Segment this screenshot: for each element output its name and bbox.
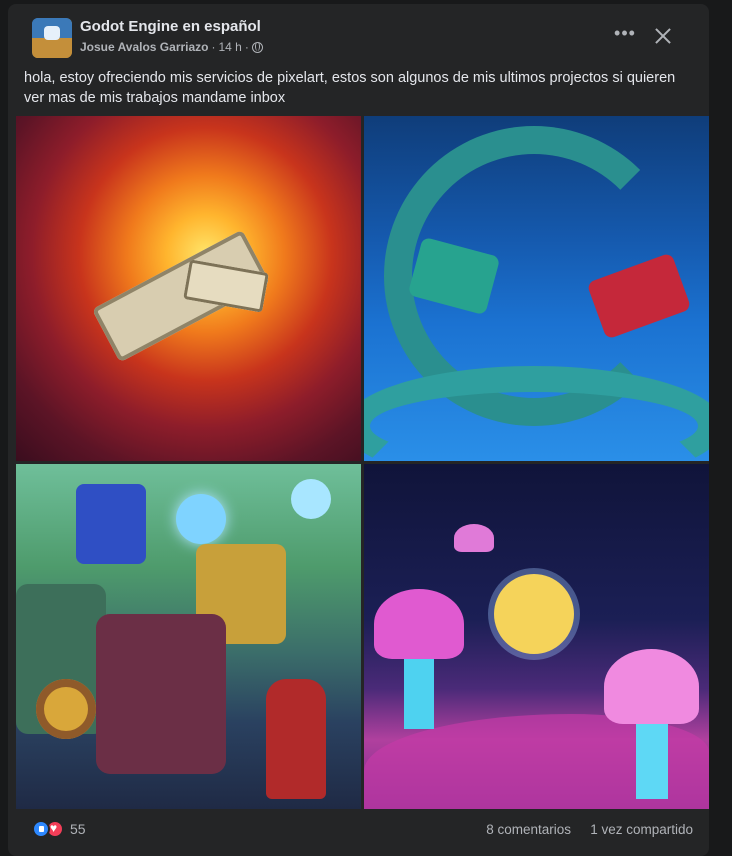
- comments-count-link[interactable]: 8 comentarios: [486, 822, 571, 837]
- image-gallery: [16, 116, 709, 809]
- red-pilot-shape: [266, 679, 326, 799]
- robots-mechs-artwork[interactable]: [16, 464, 361, 809]
- shield-shape: [36, 679, 96, 739]
- right-mushroom-cap-shape: [604, 649, 699, 724]
- close-icon[interactable]: [651, 24, 675, 48]
- left-mushroom-cap-shape: [374, 589, 464, 659]
- energy-orb-small-shape: [291, 479, 331, 519]
- post-footer: 55 8 comentarios 1 vez compartido: [24, 814, 693, 846]
- group-avatar[interactable]: [32, 18, 72, 58]
- post-time-link[interactable]: 14 h: [219, 40, 242, 54]
- post-meta: Josue Avalos Garriazo · 14 h ·: [80, 40, 263, 54]
- like-icon: [32, 820, 50, 838]
- small-mushroom-shape: [454, 524, 494, 552]
- red-mech-shape: [96, 614, 226, 774]
- fire-skeleton-dragon-artwork[interactable]: [16, 116, 361, 461]
- post-text: hola, estoy ofreciendo mis servicios de …: [24, 70, 676, 106]
- energy-orb-shape: [176, 494, 226, 544]
- avatar-bottom: [32, 38, 72, 58]
- sea-serpents-artwork[interactable]: [364, 116, 709, 461]
- mushroom-stem-shape: [404, 649, 434, 729]
- post-header: Godot Engine en español Josue Avalos Gar…: [24, 16, 693, 60]
- reaction-count: 55: [70, 821, 86, 837]
- shares-count-link[interactable]: 1 vez compartido: [590, 822, 693, 837]
- group-name-link[interactable]: Godot Engine en español: [80, 18, 261, 35]
- author-name-link[interactable]: Josue Avalos Garriazo: [80, 40, 209, 54]
- fairy-girl-shape: [494, 574, 574, 654]
- meta-separator-2: ·: [244, 40, 249, 54]
- serpent-tail-shape: [364, 366, 709, 461]
- space-mushrooms-fairy-artwork[interactable]: [364, 464, 709, 809]
- avatar-face: [44, 26, 60, 40]
- globe-icon: [251, 41, 263, 53]
- post-card: Godot Engine en español Josue Avalos Gar…: [8, 4, 709, 856]
- more-options-icon[interactable]: •••: [613, 24, 637, 46]
- reactions-summary[interactable]: 55: [32, 820, 86, 838]
- mushroom-stem-shape-2: [636, 714, 668, 799]
- blue-robot-shape: [76, 484, 146, 564]
- meta-separator: ·: [211, 40, 216, 54]
